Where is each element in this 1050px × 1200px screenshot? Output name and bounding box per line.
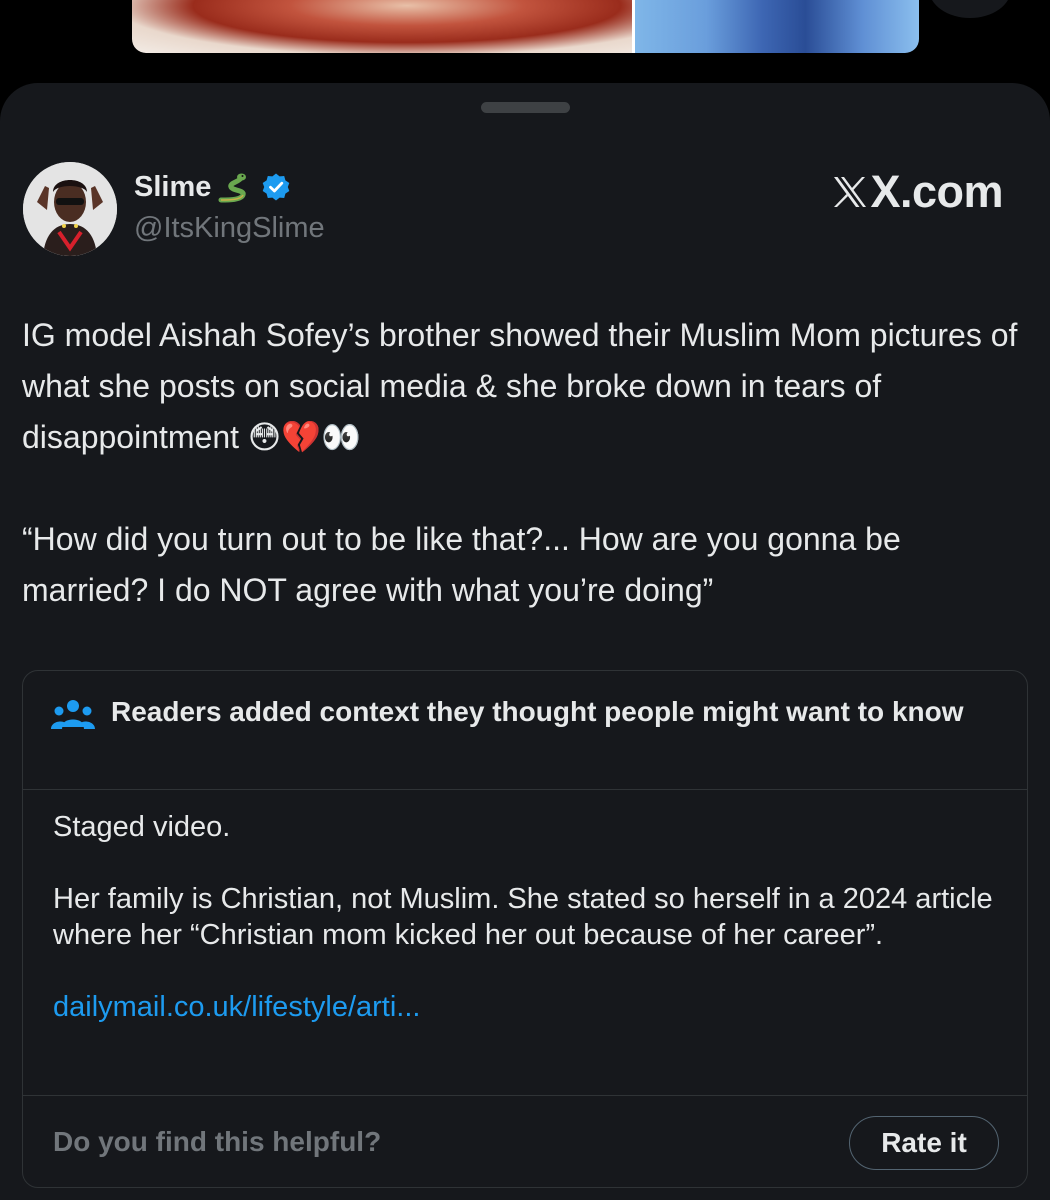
note-paragraph-2: Her family is Christian, not Muslim. She…: [53, 883, 993, 951]
x-logo-icon: [834, 177, 867, 207]
note-paragraph-1: Staged video.: [53, 811, 231, 843]
author-name: Slime: [134, 170, 212, 203]
author-name-row[interactable]: Slime: [134, 170, 291, 204]
community-note-body: Staged video. Her family is Christian, n…: [53, 809, 1003, 1025]
brand-watermark: X.com: [832, 166, 1003, 218]
avatar[interactable]: [23, 162, 117, 256]
post-quote: “How did you turn out to be like that?..…: [22, 521, 901, 608]
community-note-title: Readers added context they thought peopl…: [111, 696, 964, 727]
community-note-footer: Do you find this helpful? Rate it: [23, 1095, 1027, 1190]
post-text: IG model Aishah Sofey’s brother showed t…: [22, 310, 1032, 616]
community-note-header: Readers added context they thought peopl…: [23, 671, 1027, 790]
note-source-link[interactable]: dailymail.co.uk/lifestyle/arti...: [53, 989, 1003, 1025]
avatar-image: [23, 162, 117, 256]
snake-icon: [218, 173, 247, 203]
post-body: IG model Aishah Sofey’s brother showed t…: [22, 317, 1018, 455]
community-note: Readers added context they thought peopl…: [22, 670, 1028, 1188]
screen: Slime @ItsKingSlime X.com IG model Aisha…: [0, 0, 1050, 1200]
helpful-prompt: Do you find this helpful?: [53, 1126, 382, 1157]
verified-badge-icon: [263, 173, 290, 201]
brand-label: X.com: [870, 166, 1003, 217]
media-thumbnail-blue: [635, 0, 919, 53]
media-thumbnail-food: [132, 0, 632, 53]
background-media-strip: [132, 0, 919, 53]
people-icon: [51, 700, 95, 729]
author-handle[interactable]: @ItsKingSlime: [134, 212, 325, 245]
background-circle-button: [929, 0, 1011, 18]
rate-it-button[interactable]: Rate it: [849, 1116, 999, 1170]
sheet-grabber-handle[interactable]: [481, 102, 570, 113]
